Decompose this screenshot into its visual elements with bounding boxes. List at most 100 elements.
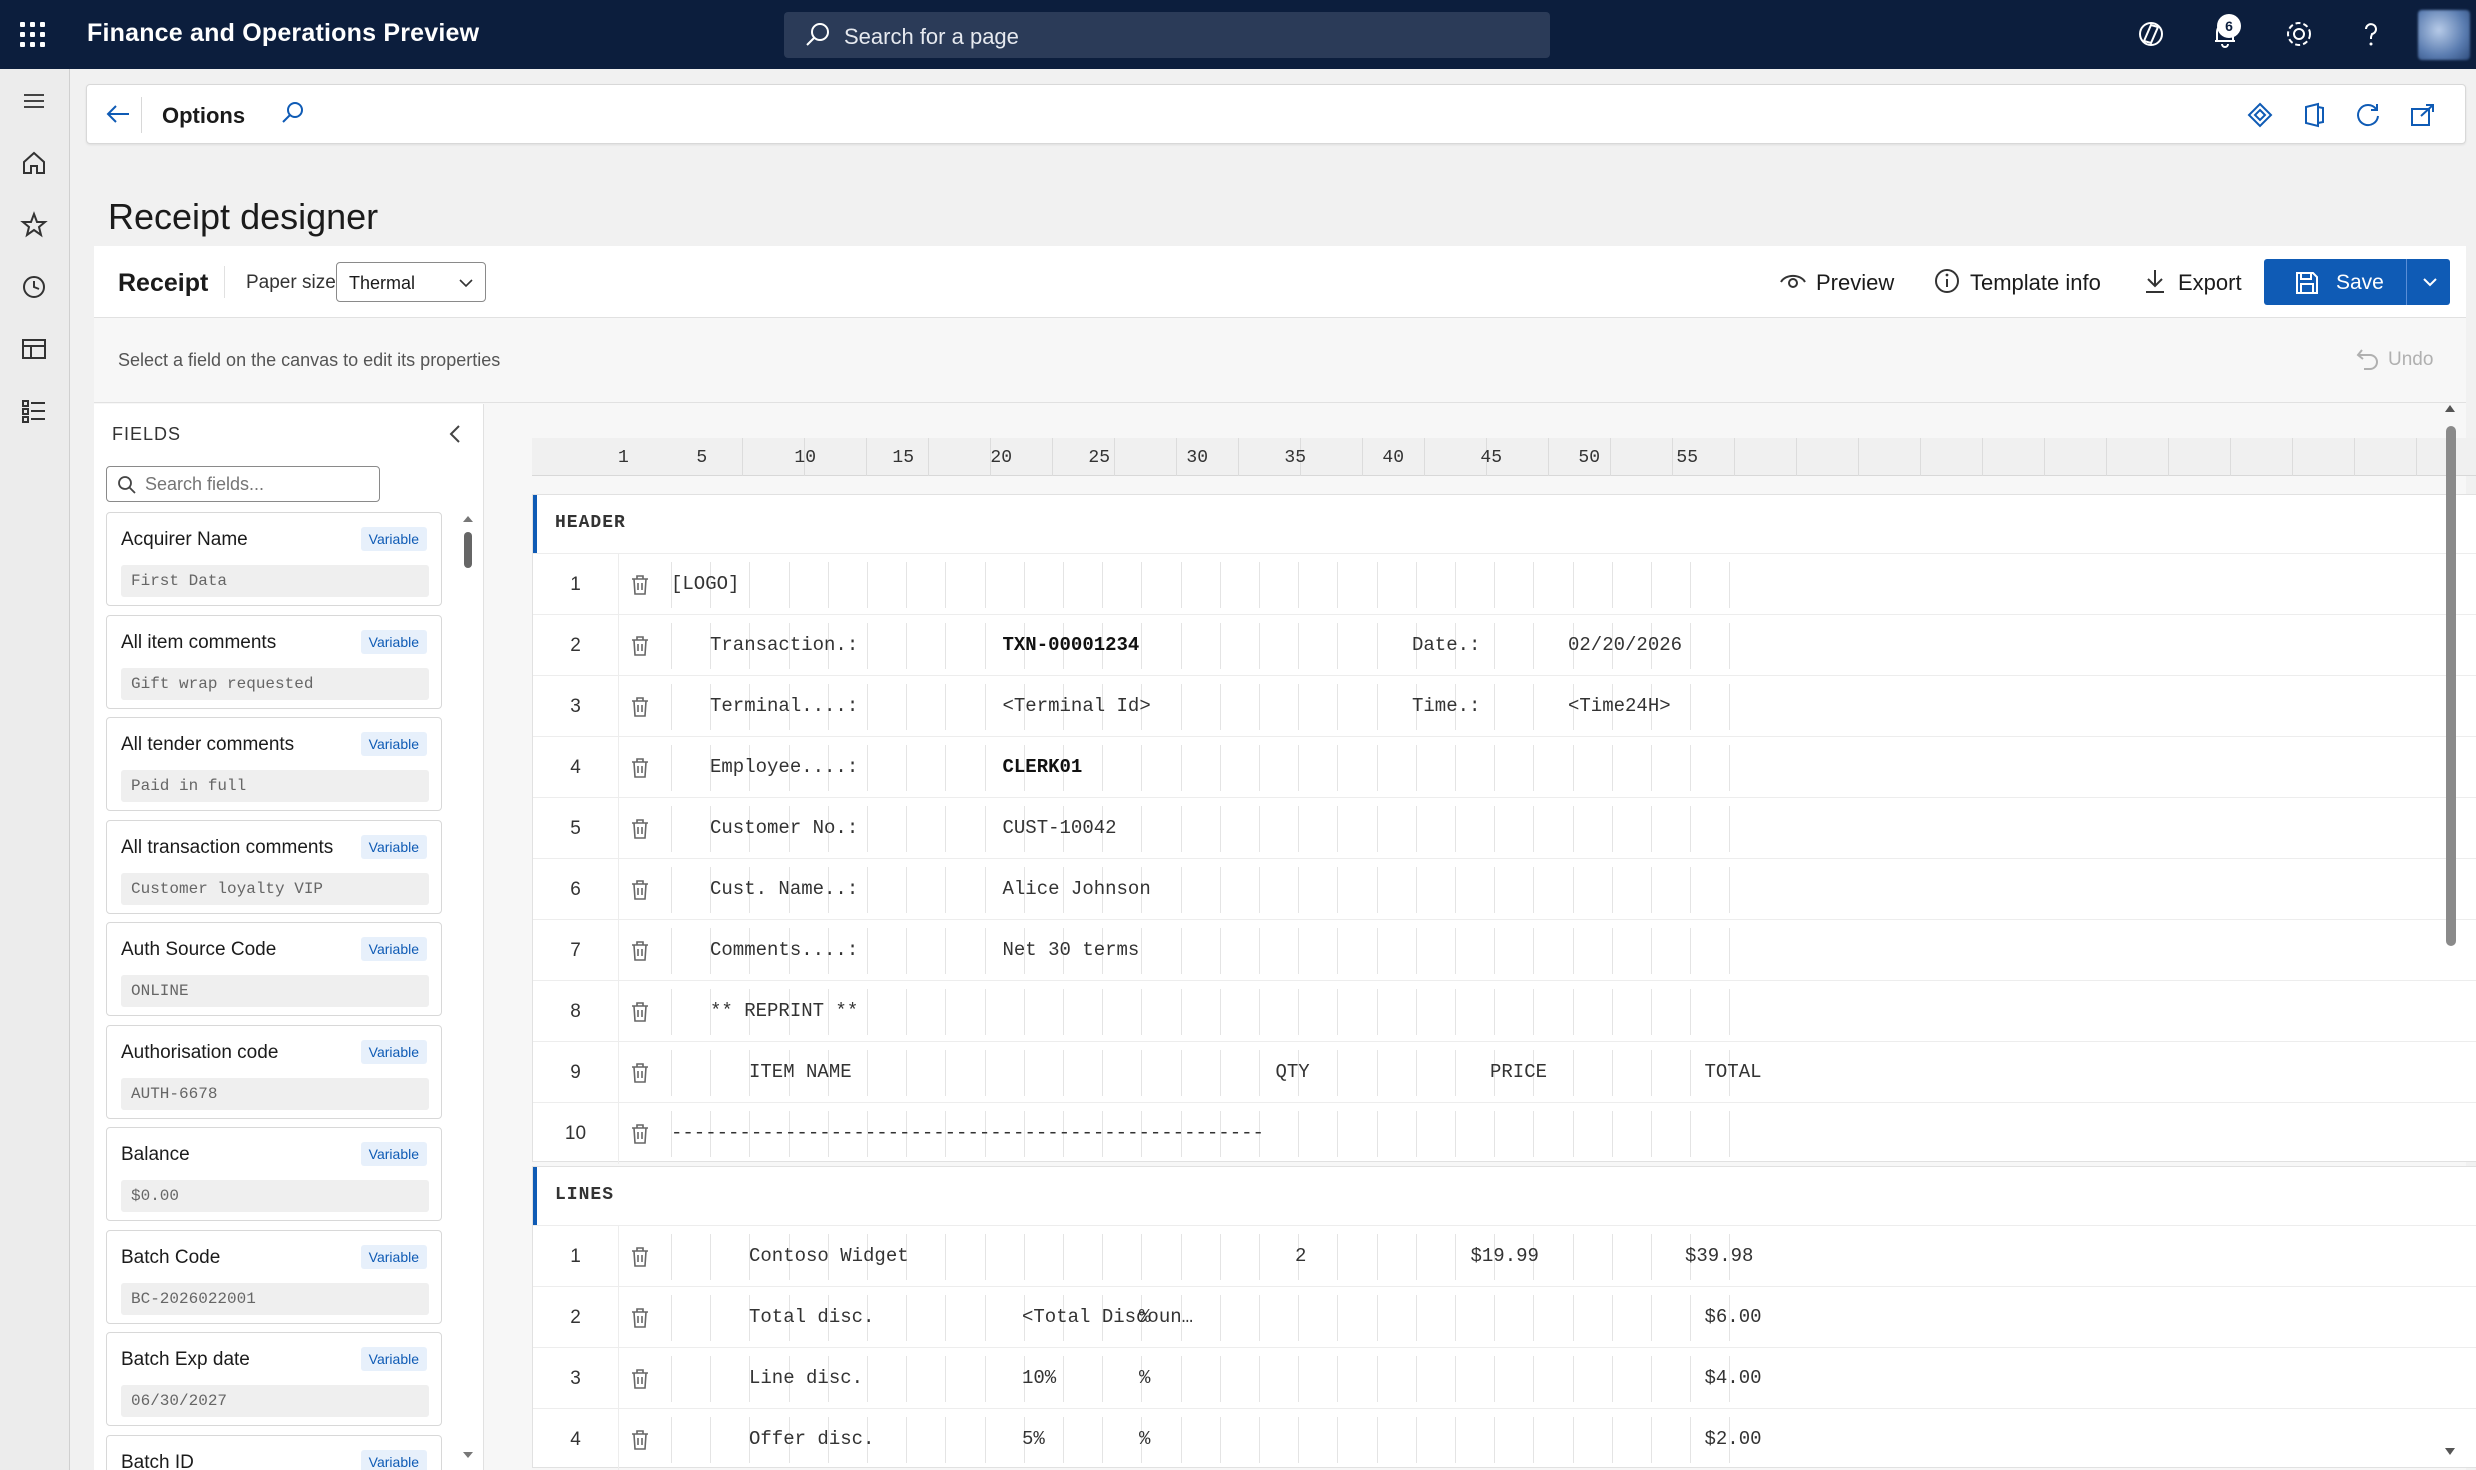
- workspace-icon[interactable]: [18, 333, 50, 365]
- receipt-field[interactable]: ----------------------------------------…: [671, 1122, 1264, 1144]
- power-apps-icon[interactable]: [2245, 100, 2275, 130]
- field-search[interactable]: [106, 466, 380, 502]
- scrollbar-thumb[interactable]: [2446, 426, 2456, 946]
- trash-icon[interactable]: [629, 634, 651, 658]
- canvas-scrollbar[interactable]: [2440, 400, 2460, 1460]
- receipt-row[interactable]: 4 Offer disc. 5%% $2.00: [533, 1408, 2476, 1470]
- section-header[interactable]: LINES: [533, 1167, 2476, 1225]
- trash-icon[interactable]: [629, 1061, 651, 1085]
- receipt-field[interactable]: 10%: [1022, 1367, 1056, 1389]
- receipt-field[interactable]: CLERK01: [1003, 756, 1083, 778]
- field-card[interactable]: All item comments Variable Gift wrap reque…: [106, 614, 442, 709]
- receipt-field[interactable]: ** REPRINT **: [710, 1000, 858, 1022]
- receipt-field[interactable]: $6.00: [1705, 1306, 1762, 1328]
- template-info-button[interactable]: Template info: [1932, 266, 2112, 298]
- trash-icon[interactable]: [629, 1122, 651, 1146]
- home-icon[interactable]: [18, 147, 50, 179]
- field-card[interactable]: All tender comments Variable Paid in full: [106, 717, 442, 811]
- scroll-up-icon[interactable]: [460, 512, 476, 526]
- office-icon[interactable]: [2299, 100, 2329, 130]
- fields-scrollbar[interactable]: [460, 512, 476, 1462]
- open-new-window-icon[interactable]: [2407, 100, 2437, 130]
- scroll-up-icon[interactable]: [2440, 400, 2460, 416]
- receipt-field[interactable]: [LOGO]: [671, 573, 739, 595]
- receipt-row[interactable]: 9 ITEM NAME QTY PRICE TOTAL: [533, 1041, 2476, 1103]
- trash-icon[interactable]: [629, 878, 651, 902]
- scroll-down-icon[interactable]: [460, 1448, 476, 1462]
- receipt-field[interactable]: Time.:: [1412, 695, 1480, 717]
- star-icon[interactable]: [18, 209, 50, 241]
- receipt-field[interactable]: TOTAL: [1705, 1061, 1762, 1083]
- receipt-field[interactable]: QTY: [1276, 1061, 1310, 1083]
- receipt-row[interactable]: 8 ** REPRINT **: [533, 980, 2476, 1042]
- receipt-row[interactable]: 7 Comments....: Net 30 terms: [533, 919, 2476, 981]
- chevron-left-icon[interactable]: [444, 422, 468, 446]
- receipt-field[interactable]: Contoso Widget: [749, 1245, 909, 1267]
- help-icon[interactable]: [2354, 17, 2388, 51]
- receipt-row[interactable]: 2 Transaction.: TXN-00001234 Date.: 02/20/20…: [533, 614, 2476, 676]
- scrollbar-thumb[interactable]: [464, 532, 472, 568]
- field-card[interactable]: Batch Code Variable BC-2026022001: [106, 1229, 442, 1324]
- avatar[interactable]: [2418, 10, 2470, 60]
- back-arrow-icon[interactable]: [103, 99, 133, 129]
- receipt-row[interactable]: 6 Cust. Name..: Alice Johnson: [533, 858, 2476, 920]
- trash-icon[interactable]: [629, 817, 651, 841]
- trash-icon[interactable]: [629, 1428, 651, 1452]
- receipt-field[interactable]: Alice Johnson: [1003, 878, 1151, 900]
- receipt-field[interactable]: ITEM NAME: [749, 1061, 852, 1083]
- receipt-field[interactable]: $2.00: [1705, 1428, 1762, 1450]
- receipt-field[interactable]: TXN-00001234: [1003, 634, 1140, 656]
- clock-icon[interactable]: [18, 271, 50, 303]
- trash-icon[interactable]: [629, 1000, 651, 1024]
- app-launcher-icon[interactable]: [18, 20, 48, 50]
- scroll-down-icon[interactable]: [2440, 1444, 2460, 1460]
- trash-icon[interactable]: [629, 939, 651, 963]
- receipt-field[interactable]: %: [1139, 1428, 1150, 1450]
- hamburger-icon[interactable]: [18, 85, 50, 117]
- receipt-row[interactable]: 3 Terminal....: <Terminal Id> Time.: <Time24…: [533, 675, 2476, 737]
- receipt-row[interactable]: 1 Contoso Widget 2 $19.99 $39.98: [533, 1225, 2476, 1287]
- trash-icon[interactable]: [629, 695, 651, 719]
- gear-icon[interactable]: [2282, 17, 2316, 51]
- page-search-box[interactable]: Search for a page: [784, 12, 1550, 58]
- receipt-field[interactable]: Net 30 terms: [1003, 939, 1140, 961]
- trash-icon[interactable]: [629, 1245, 651, 1269]
- field-card[interactable]: Auth Source Code Variable ONLINE: [106, 922, 442, 1016]
- receipt-field[interactable]: Comments....:: [710, 939, 858, 961]
- field-card[interactable]: Batch ID Variable: [106, 1434, 442, 1470]
- receipt-row[interactable]: 3 Line disc. 10%% $4.00: [533, 1347, 2476, 1409]
- copilot-icon[interactable]: [2134, 17, 2168, 51]
- receipt-row[interactable]: 2 Total disc. <Total Discoun…% $6.00: [533, 1286, 2476, 1348]
- receipt-field[interactable]: 02/20/2026: [1568, 634, 1682, 656]
- field-search-input[interactable]: [145, 471, 373, 497]
- field-card[interactable]: Authorisation code Variable AUTH-6678: [106, 1024, 442, 1119]
- save-options-dropdown[interactable]: [2410, 259, 2450, 305]
- receipt-row[interactable]: 1 [LOGO]: [533, 553, 2476, 615]
- receipt-field[interactable]: Customer No.:: [710, 817, 858, 839]
- receipt-field[interactable]: <Time24H>: [1568, 695, 1671, 717]
- export-button[interactable]: Export: [2140, 266, 2250, 298]
- modules-list-icon[interactable]: [18, 395, 50, 427]
- receipt-field[interactable]: Cust. Name..:: [710, 878, 858, 900]
- receipt-field[interactable]: Offer disc.: [749, 1428, 874, 1450]
- receipt-field[interactable]: Date.:: [1412, 634, 1480, 656]
- receipt-field[interactable]: Terminal....:: [710, 695, 858, 717]
- app-title[interactable]: Finance and Operations Preview: [87, 19, 479, 48]
- paper-size-select[interactable]: Thermal: [336, 262, 486, 302]
- receipt-field[interactable]: Transaction.:: [710, 634, 858, 656]
- receipt-field[interactable]: %: [1139, 1367, 1150, 1389]
- search-icon[interactable]: [277, 99, 307, 129]
- receipt-field[interactable]: Employee....:: [710, 756, 858, 778]
- receipt-field[interactable]: 5%: [1022, 1428, 1045, 1450]
- field-card[interactable]: Batch Exp date Variable 06/30/2027: [106, 1332, 442, 1426]
- receipt-field[interactable]: $39.98: [1685, 1245, 1753, 1267]
- receipt-field[interactable]: $4.00: [1705, 1367, 1762, 1389]
- receipt-row[interactable]: 4 Employee....: CLERK01: [533, 736, 2476, 798]
- receipt-field[interactable]: CUST-10042: [1003, 817, 1117, 839]
- receipt-field[interactable]: 2: [1295, 1245, 1306, 1267]
- field-card[interactable]: Balance Variable $0.00: [106, 1127, 442, 1221]
- receipt-field[interactable]: Line disc.: [749, 1367, 863, 1389]
- section-header[interactable]: HEADER: [533, 495, 2476, 553]
- refresh-icon[interactable]: [2353, 100, 2383, 130]
- trash-icon[interactable]: [629, 573, 651, 597]
